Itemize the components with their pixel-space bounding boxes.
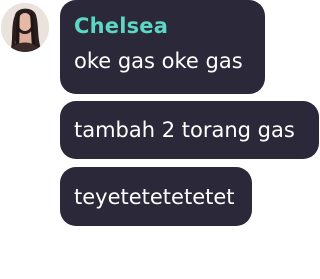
sender-avatar[interactable] [1, 3, 49, 52]
message-text: oke gas oke gas [74, 49, 243, 73]
message-bubble[interactable]: teyetetetetetet [60, 167, 252, 226]
message-text: tambah 2 torang gas [74, 118, 295, 142]
message-bubble[interactable]: Chelsea oke gas oke gas [60, 0, 265, 94]
message-text: teyetetetetetet [74, 184, 235, 209]
sender-name[interactable]: Chelsea [74, 13, 251, 39]
user-avatar-icon [1, 3, 49, 52]
message-bubble[interactable]: tambah 2 torang gas [60, 101, 319, 159]
